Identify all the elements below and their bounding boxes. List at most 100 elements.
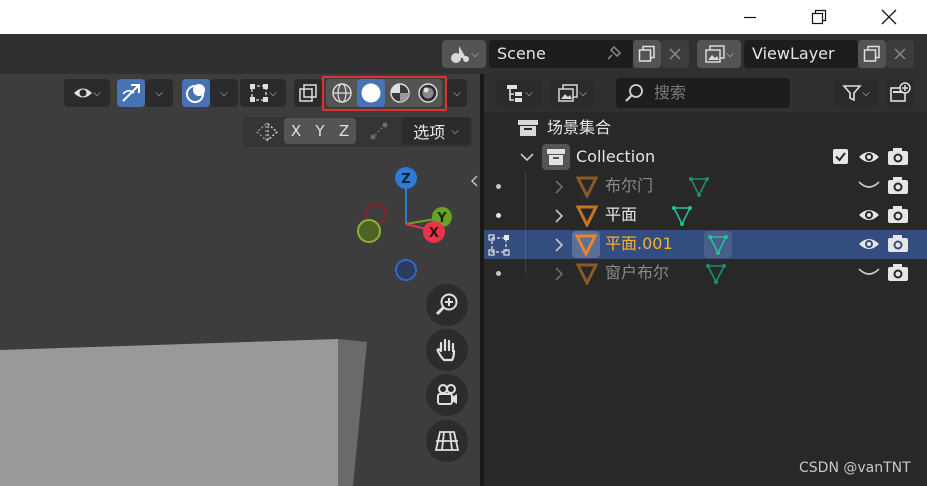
camera-icon[interactable] xyxy=(887,175,909,195)
eye-icon[interactable] xyxy=(858,148,880,166)
scene-type-dropdown[interactable]: ⌵ xyxy=(442,40,486,68)
shading-dropdown[interactable]: ⌵ xyxy=(447,79,467,107)
eye-icon[interactable] xyxy=(858,206,880,224)
camera-icon[interactable] xyxy=(887,204,909,224)
chevron-down-icon: ⌵ xyxy=(269,87,277,99)
mesh-object-icon xyxy=(576,176,598,198)
mesh-data-icon xyxy=(706,264,726,284)
edit-mode-icon[interactable] xyxy=(488,234,510,256)
chevron-down-icon: ⌵ xyxy=(451,125,459,137)
outliner-icon xyxy=(507,85,523,102)
duplicate-icon xyxy=(863,45,880,62)
outliner-item-row[interactable]: 平面 xyxy=(484,201,927,230)
3d-viewport[interactable]: ⌵ ⌵ ⌵ ⌵ ⌵ X Y Z 选项 ⌵ Z Y X xyxy=(0,74,480,486)
xray-toggle[interactable] xyxy=(294,79,322,107)
overlays-toggle[interactable] xyxy=(182,79,210,107)
gizmo-z-label: Z xyxy=(401,172,410,187)
zoom-button[interactable] xyxy=(426,284,468,326)
options-dropdown[interactable]: 选项 ⌵ xyxy=(402,117,470,145)
duplicate-icon xyxy=(638,45,655,62)
render-layers-icon xyxy=(705,45,725,63)
gizmo-toggle[interactable] xyxy=(117,79,145,107)
close-button[interactable] xyxy=(866,0,912,34)
outliner-item-row-active[interactable]: 平面.001 xyxy=(484,230,927,259)
scene-name-field[interactable]: Scene xyxy=(489,40,633,68)
search-icon xyxy=(625,84,643,102)
view-layer-name-field[interactable]: ViewLayer xyxy=(744,40,858,68)
topology-mirror-button[interactable] xyxy=(366,118,392,144)
collection-row[interactable]: Collection xyxy=(484,143,927,172)
display-mode-dropdown[interactable]: ⌵ xyxy=(549,79,595,107)
visibility-dropdown[interactable]: ⌵ xyxy=(64,79,110,107)
eye-closed-icon[interactable] xyxy=(858,180,880,192)
mesh-data-icon xyxy=(689,177,709,197)
chevron-down-icon: ⌵ xyxy=(862,87,870,99)
outliner-panel: ⌵ ⌵ 搜索 ⌵ 场景集合 Collection 布尔门 平面 平面.001 窗… xyxy=(484,74,927,486)
restore-icon xyxy=(811,9,827,25)
outliner-search-input[interactable]: 搜索 xyxy=(616,78,790,108)
new-collection-icon xyxy=(890,82,911,102)
mesh-data-icon xyxy=(708,235,728,255)
mirror-icon[interactable] xyxy=(255,122,279,146)
restore-button[interactable] xyxy=(796,0,842,34)
camera-icon xyxy=(437,384,457,405)
exclude-checkbox[interactable] xyxy=(833,149,848,164)
close-icon xyxy=(669,48,681,60)
pin-icon[interactable] xyxy=(603,44,623,64)
overlays-icon xyxy=(186,84,205,103)
mirror-axis-z[interactable]: Z xyxy=(332,118,356,144)
view-layer-type-dropdown[interactable]: ⌵ xyxy=(697,40,741,68)
camera-icon[interactable] xyxy=(887,233,909,253)
overlays-dropdown[interactable]: ⌵ xyxy=(210,79,238,107)
gizmo-x-label: X xyxy=(429,226,439,241)
new-collection-button[interactable] xyxy=(886,79,914,107)
scene-collection-row[interactable]: 场景集合 xyxy=(484,114,927,143)
outliner-item-row[interactable]: 布尔门 xyxy=(484,172,927,201)
filter-dropdown[interactable]: ⌵ xyxy=(833,79,879,107)
sidebar-toggle[interactable] xyxy=(468,172,480,190)
item-label: 窗户布尔 xyxy=(605,263,670,282)
camera-icon[interactable] xyxy=(887,146,909,166)
eye-closed-icon[interactable] xyxy=(858,267,880,279)
new-scene-button[interactable] xyxy=(633,40,661,68)
eye-icon[interactable] xyxy=(858,235,880,253)
filter-icon xyxy=(842,85,862,102)
navigation-gizmo[interactable]: Z Y X xyxy=(350,164,460,284)
chevron-right-icon[interactable] xyxy=(554,180,564,194)
close-icon xyxy=(894,48,906,60)
chevron-right-icon[interactable] xyxy=(554,238,564,252)
gizmo-icon xyxy=(122,84,140,102)
grid-perspective-icon xyxy=(434,431,460,451)
chevron-right-icon[interactable] xyxy=(554,267,564,281)
view-layer-name: ViewLayer xyxy=(752,44,835,63)
mirror-axis-y[interactable]: Y xyxy=(308,118,332,144)
chevron-down-icon: ⌵ xyxy=(93,87,101,99)
scene-collection-label: 场景集合 xyxy=(547,118,612,137)
mesh-data-icon xyxy=(672,206,692,226)
chevron-right-icon[interactable] xyxy=(554,209,564,223)
orthographic-toggle-button[interactable] xyxy=(426,420,468,462)
outliner-item-row[interactable]: 窗户布尔 xyxy=(484,259,927,288)
chevron-left-icon xyxy=(470,175,478,187)
watermark: CSDN @vanTNT xyxy=(799,460,911,476)
mesh-object-icon xyxy=(576,205,598,227)
chevron-down-icon[interactable] xyxy=(520,151,534,163)
topology-mirror-icon xyxy=(370,122,388,140)
mirror-axis-x[interactable]: X xyxy=(284,118,308,144)
camera-view-button[interactable] xyxy=(426,374,468,416)
eye-icon xyxy=(74,88,93,98)
new-view-layer-button[interactable] xyxy=(858,40,886,68)
delete-view-layer-button[interactable] xyxy=(886,40,914,68)
edit-mode-dot[interactable] xyxy=(496,213,501,218)
minimize-button[interactable] xyxy=(727,0,773,34)
chevron-down-icon: ⌵ xyxy=(525,87,533,99)
editor-type-dropdown[interactable]: ⌵ xyxy=(496,79,542,107)
mesh-edit-overlays-dropdown[interactable]: ⌵ xyxy=(240,79,286,107)
delete-scene-button[interactable] xyxy=(661,40,689,68)
edit-mode-dot[interactable] xyxy=(496,271,501,276)
pan-button[interactable] xyxy=(426,329,468,371)
mesh-object-icon xyxy=(576,263,598,285)
gizmo-dropdown[interactable]: ⌵ xyxy=(145,79,173,107)
camera-icon[interactable] xyxy=(887,262,909,282)
edit-mode-dot[interactable] xyxy=(496,184,501,189)
